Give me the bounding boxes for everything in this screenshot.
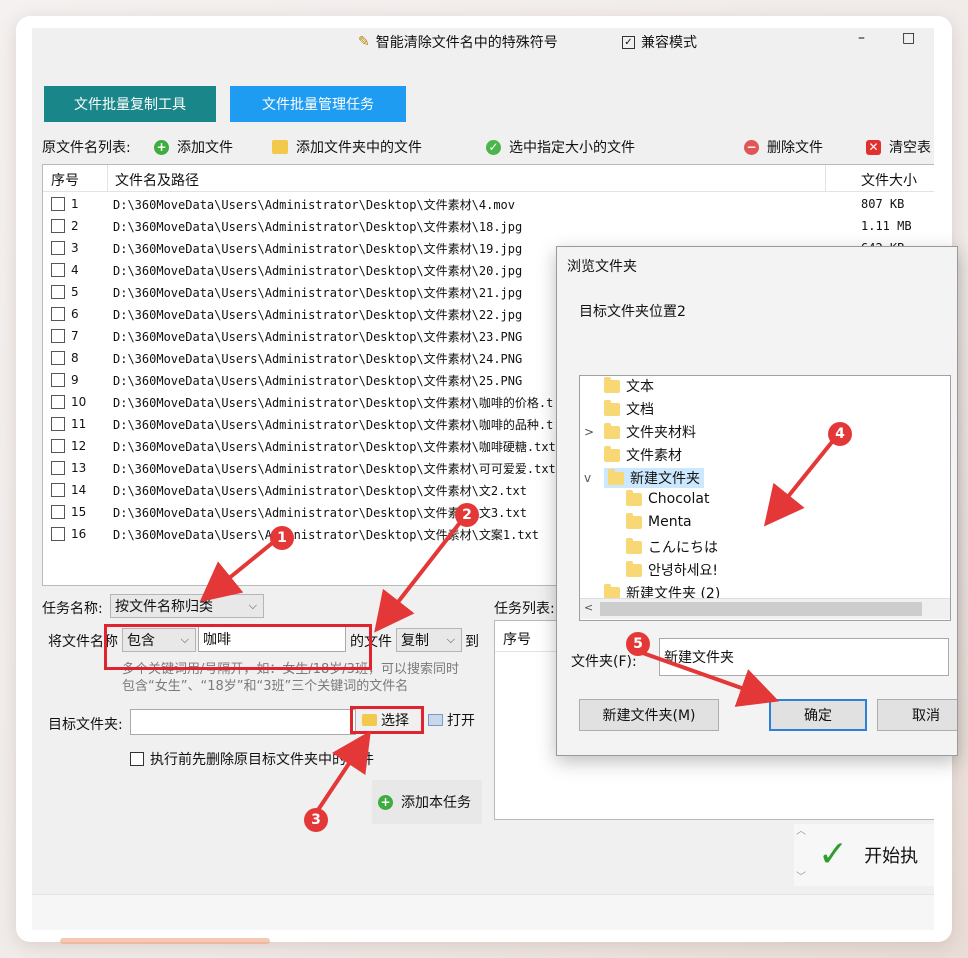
annotation-arrows	[199, 440, 834, 812]
step-badge-2: 2	[455, 503, 479, 527]
step-badge-1: 1	[270, 526, 294, 550]
step-badge-5: 5	[626, 632, 650, 656]
step-badge-4: 4	[828, 422, 852, 446]
arrow-3	[316, 730, 371, 812]
arrow-4	[763, 440, 834, 527]
arrow-5	[639, 650, 780, 707]
step-badge-3: 3	[304, 808, 328, 832]
arrow-2	[374, 518, 464, 633]
arrow-1	[199, 538, 278, 603]
